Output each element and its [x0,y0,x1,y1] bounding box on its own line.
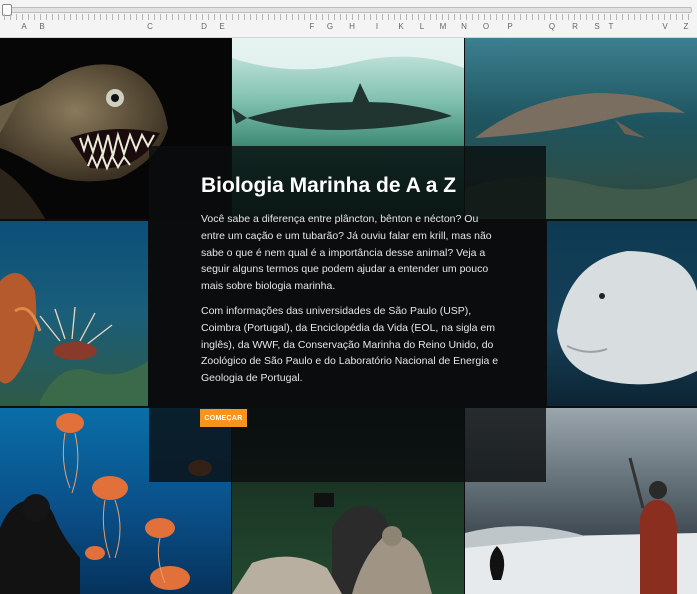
letter-m[interactable]: M [440,22,447,31]
letter-r[interactable]: R [572,22,578,31]
photo-beluga-whale [547,221,697,406]
photo-lionfish-coral [0,221,148,406]
letter-q[interactable]: Q [549,22,555,31]
letter-i[interactable]: I [376,22,378,31]
start-button[interactable]: COMEÇAR [200,409,247,427]
letter-h[interactable]: H [349,22,355,31]
letter-p[interactable]: P [507,22,512,31]
letter-e[interactable]: E [219,22,224,31]
page-title: Biologia Marinha de A a Z [201,174,457,197]
letter-f[interactable]: F [310,22,315,31]
timeline-ticks [4,14,690,20]
photo-grid: Biologia Marinha de A a Z Você sabe a di… [0,38,697,594]
letter-b[interactable]: B [39,22,44,31]
intro-panel: Biologia Marinha de A a Z Você sabe a di… [149,146,546,482]
timeline-track[interactable] [4,7,692,13]
letter-l[interactable]: L [420,22,424,31]
letter-a[interactable]: A [21,22,26,31]
letter-v[interactable]: V [662,22,667,31]
sources-paragraph: Com informações das universidades de São… [201,305,499,385]
intro-paragraph: Você sabe a diferença entre plâncton, bê… [201,213,492,293]
letter-timeline: A B C D E F G H I K L M N O P Q R S T V … [0,0,697,38]
letter-t[interactable]: T [609,22,614,31]
letter-z[interactable]: Z [684,22,689,31]
letter-s[interactable]: S [594,22,599,31]
letter-g[interactable]: G [327,22,333,31]
letter-c[interactable]: C [147,22,153,31]
letter-k[interactable]: K [398,22,403,31]
letter-d[interactable]: D [201,22,207,31]
letter-n[interactable]: N [461,22,467,31]
letter-o[interactable]: O [483,22,489,31]
